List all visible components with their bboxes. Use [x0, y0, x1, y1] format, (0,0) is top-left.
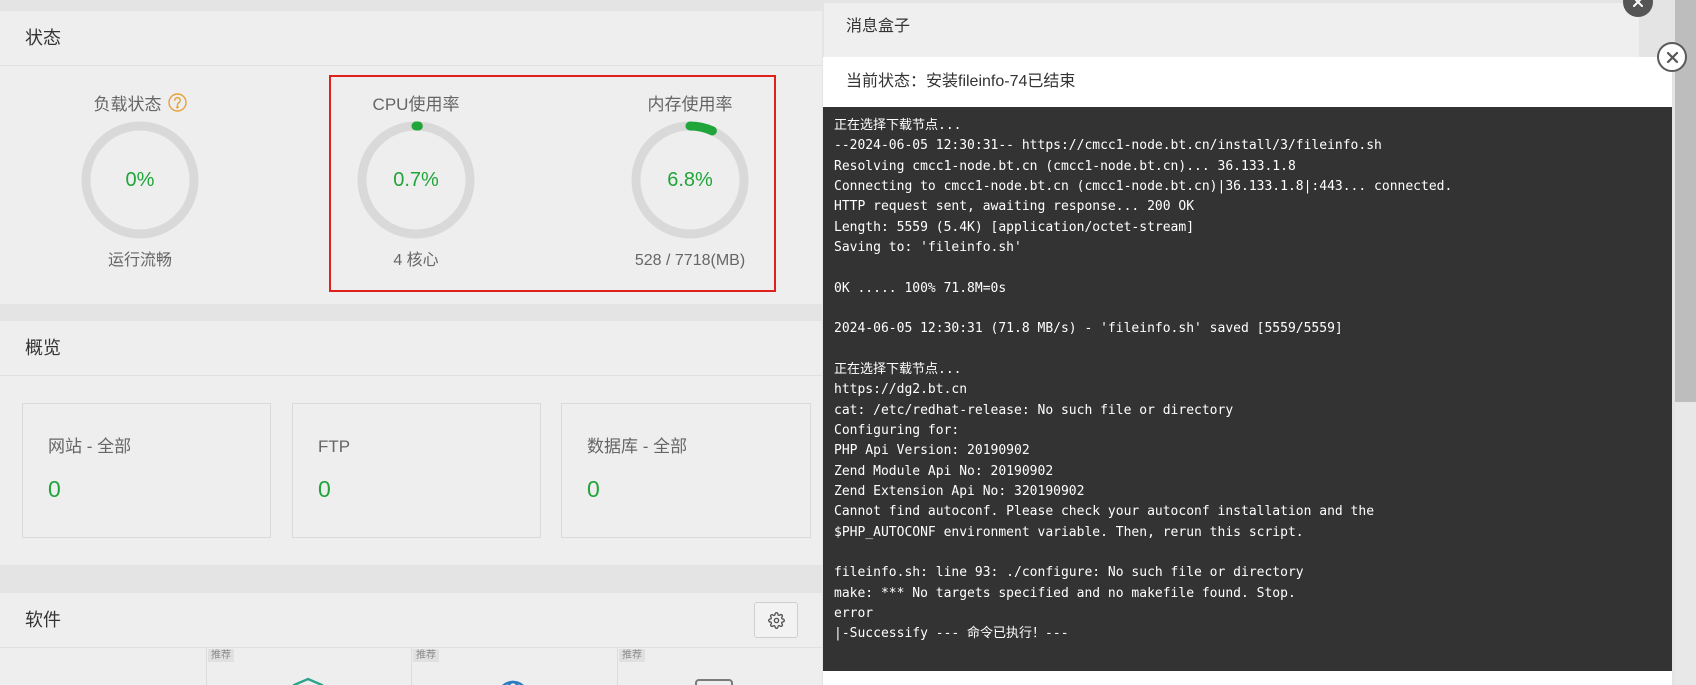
recommend-tag: 推荐: [208, 649, 234, 662]
install-log-terminal[interactable]: 正在选择下载节点... --2024-06-05 12:30:31-- http…: [823, 107, 1672, 671]
overview-panel: 概览 网站 - 全部 0 FTP 0 数据库 - 全部 0: [0, 321, 822, 565]
log-line: fileinfo.sh: line 93: ./configure: No su…: [834, 565, 1304, 581]
log-line: Resolving cmcc1-node.bt.cn (cmcc1-node.b…: [834, 158, 1296, 174]
software-settings-button[interactable]: [754, 602, 798, 638]
log-line: Connecting to cmcc1-node.bt.cn (cmcc1-no…: [834, 178, 1453, 194]
log-line: PHP Api Version: 20190902: [834, 443, 1030, 459]
dialog-title: 当前状态：安装fileinfo-74已结束: [846, 73, 1076, 90]
recommend-tag: 推荐: [413, 649, 439, 662]
page: 状态 负载状态 0% 运行流畅 CPU使用率 0.7% 4 核心 内存使用率 6…: [0, 0, 1696, 685]
card-separator: [617, 648, 618, 685]
overview-card-value[interactable]: 0: [48, 475, 61, 503]
log-line: error: [834, 605, 874, 621]
log-line: 正在选择下载节点...: [834, 361, 962, 377]
load-gauge: 负载状态 0% 运行流畅: [40, 11, 240, 304]
log-line: $PHP_AUTOCONF environment variable. Then…: [834, 524, 1304, 540]
overview-card-ftp[interactable]: FTP 0: [292, 403, 541, 538]
overview-card-title: 数据库 - 全部: [587, 437, 688, 456]
log-line: Configuring for:: [834, 422, 960, 438]
log-line: Zend Module Api No: 20190902: [834, 463, 1054, 479]
load-gauge-caption: 运行流畅: [107, 252, 172, 269]
overview-card-databases[interactable]: 数据库 - 全部 0: [561, 403, 811, 538]
log-line: --2024-06-05 12:30:31-- https://cmcc1-no…: [834, 138, 1382, 154]
message-box-close-button[interactable]: [1623, 0, 1653, 17]
log-line: make: *** No targets specified and no ma…: [834, 585, 1296, 601]
shield-icon[interactable]: [289, 676, 329, 685]
log-line: Length: 5559 (5.4K) [application/octet-s…: [834, 219, 1195, 235]
load-gauge-title-row: 负载状态: [40, 90, 240, 114]
close-icon: [1632, 0, 1644, 8]
software-panel-title: 软件: [25, 610, 61, 630]
log-line: 正在选择下载节点...: [834, 118, 962, 133]
overview-card-sites[interactable]: 网站 - 全部 0: [22, 403, 271, 538]
log-line: Saving to: 'fileinfo.sh': [834, 239, 1022, 255]
overview-card-title: FTP: [318, 437, 351, 456]
recommend-tag: 推荐: [619, 649, 645, 662]
log-line: |-Successify --- 命令已执行！---: [834, 626, 1069, 642]
install-status-dialog: 当前状态：安装fileinfo-74已结束 正在选择下载节点... --2024…: [823, 42, 1687, 685]
help-icon[interactable]: [167, 92, 187, 112]
log-line: HTTP request sent, awaiting response... …: [834, 199, 1195, 215]
overview-panel-title: 概览: [25, 338, 61, 358]
overview-card-value[interactable]: 0: [318, 475, 331, 503]
dialog-close-button[interactable]: [1657, 42, 1687, 72]
keyboard-icon[interactable]: [694, 677, 734, 685]
load-gauge-title: 负载状态: [93, 94, 162, 114]
software-panel: 软件 推荐 推荐 推荐: [0, 593, 822, 685]
globe-icon[interactable]: [494, 678, 534, 685]
card-separator: [206, 648, 207, 685]
log-line: 2024-06-05 12:30:31 (71.8 MB/s) - 'filei…: [834, 321, 1343, 337]
load-gauge-value: 0%: [125, 169, 155, 191]
log-line: Cannot find autoconf. Please check your …: [834, 504, 1375, 520]
overview-card-title: 网站 - 全部: [48, 437, 132, 456]
divider: [0, 375, 822, 376]
overview-card-value[interactable]: 0: [587, 475, 600, 503]
message-box-title: 消息盒子: [846, 18, 911, 35]
card-separator: [411, 648, 412, 685]
log-line: https://dg2.bt.cn: [834, 382, 968, 398]
close-icon: [1666, 51, 1679, 64]
gear-icon: [767, 611, 785, 629]
log-line: 0K ..... 100% 71.8M=0s: [834, 280, 1007, 296]
page-scrollbar[interactable]: [1675, 0, 1696, 685]
log-line: Zend Extension Api No: 320190902: [834, 483, 1085, 499]
highlight-box: [329, 75, 776, 292]
log-line: cat: /etc/redhat-release: No such file o…: [834, 402, 1234, 418]
